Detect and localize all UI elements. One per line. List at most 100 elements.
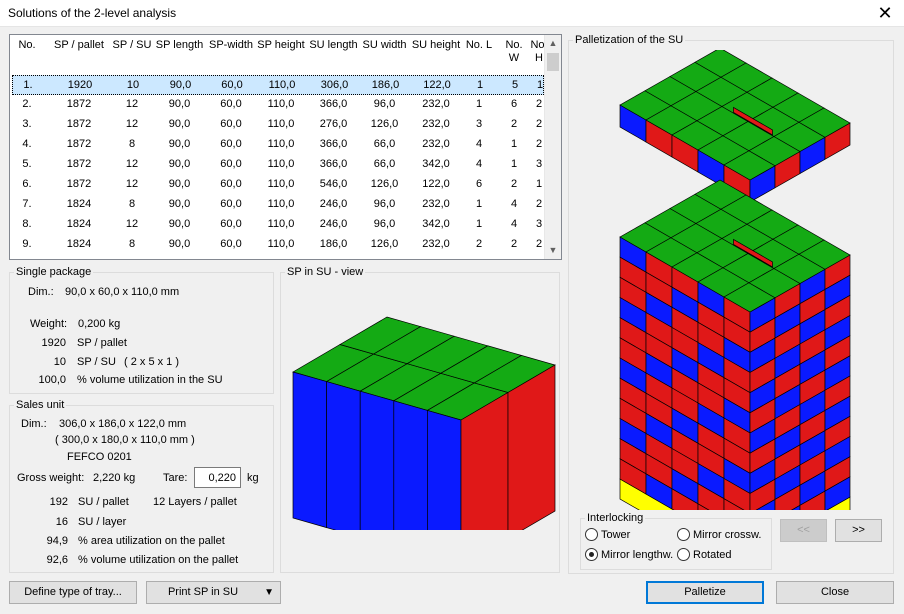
column-header[interactable]: No. W: [498, 39, 530, 65]
scroll-thumb[interactable]: [547, 53, 559, 71]
table-row[interactable]: 3. 1872 12 90,0 60,0 110,0 276,0 126,0 232,0 3 2 2: [12, 115, 544, 135]
area-util-label: % area utilization on the pallet: [78, 535, 225, 547]
radio-tower[interactable]: Tower: [585, 528, 630, 541]
radio-rotated-label: Rotated: [693, 549, 732, 561]
table-cell: 90,0: [168, 138, 191, 150]
column-header[interactable]: SU height: [410, 39, 462, 52]
column-header[interactable]: No.: [12, 39, 42, 52]
table-row[interactable]: 1. 1920 10 90,0 60,0 110,0 306,0 186,0 122,0 1 5 1: [12, 75, 544, 95]
su-dim-inner: ( 300,0 x 180,0 x 110,0 mm ): [55, 434, 195, 446]
next-button[interactable]: >>: [835, 519, 882, 542]
table-cell: 276,0: [319, 118, 348, 130]
close-button[interactable]: Close: [776, 581, 894, 604]
column-header[interactable]: SP / pallet: [50, 39, 108, 52]
table-scrollbar[interactable]: ▲ ▼: [544, 35, 561, 259]
table-cell: 110,0: [267, 218, 295, 230]
table-cell: 3: [475, 118, 483, 130]
table-cell: 12: [125, 98, 139, 110]
scroll-up-icon[interactable]: ▲: [545, 35, 561, 52]
table-row[interactable]: 6. 1872 12 90,0 60,0 110,0 546,0 126,0 122,0 6 2 1: [12, 175, 544, 195]
palletize-button[interactable]: Palletize: [646, 581, 764, 604]
column-header[interactable]: SU width: [359, 39, 410, 52]
table-cell: 6: [510, 98, 518, 110]
su-pallet-value: 192: [49, 496, 68, 508]
table-row[interactable]: 7. 1824 8 90,0 60,0 110,0 246,0 96,0 232,0 1 4 2: [12, 195, 544, 215]
sp-dim-value: 90,0 x 60,0 x 110,0 mm: [65, 286, 180, 298]
sp-su-label: SP / SU: [77, 356, 116, 368]
table-cell: 1872: [66, 98, 92, 110]
radio-rotated-icon: [677, 548, 690, 561]
table-cell: 122,0: [423, 79, 451, 91]
table-cell: 5.: [22, 158, 32, 170]
column-header[interactable]: No. L: [462, 39, 496, 52]
table-cell: 342,0: [422, 158, 450, 170]
table-cell: 1872: [66, 118, 92, 130]
table-cell: 4: [475, 138, 483, 150]
table-cell: 1: [475, 198, 483, 210]
table-cell: 232,0: [422, 138, 450, 150]
radio-tower-icon: [585, 528, 598, 541]
radio-mirror-crossw-icon: [677, 528, 690, 541]
table-cell: 90,0: [168, 178, 191, 190]
front-face-package: [359, 390, 395, 530]
table-cell: 90,0: [168, 98, 191, 110]
table-row[interactable]: 5. 1872 12 90,0 60,0 110,0 366,0 66,0 342,0 4 1 3: [12, 155, 544, 175]
table-cell: 4: [510, 218, 518, 230]
table-cell: 10: [126, 79, 140, 91]
table-cell: 5: [511, 79, 519, 91]
table-cell: 122,0: [422, 178, 450, 190]
table-cell: 60,0: [220, 158, 242, 170]
table-cell: 66,0: [373, 158, 396, 170]
sp-pallet-label: SP / pallet: [77, 337, 127, 349]
table-cell: 366,0: [319, 138, 348, 150]
palletization-legend: Palletization of the SU: [575, 34, 684, 46]
radio-rotated[interactable]: Rotated: [677, 548, 732, 561]
table-row[interactable]: 4. 1872 8 90,0 60,0 110,0 366,0 66,0 232,0 4 1 2: [12, 135, 544, 155]
table-cell: 1: [475, 218, 483, 230]
scroll-down-icon[interactable]: ▼: [545, 242, 561, 259]
layers-text: 12 Layers / pallet: [153, 496, 237, 508]
table-cell: 126,0: [370, 118, 399, 130]
table-cell: 90,0: [168, 238, 191, 250]
table-cell: 4: [475, 158, 483, 170]
table-cell: 6: [475, 178, 483, 190]
table-row[interactable]: 8. 1824 12 90,0 60,0 110,0 246,0 96,0 342,0 1 4 3: [12, 215, 544, 235]
prev-button[interactable]: <<: [780, 519, 827, 542]
close-icon[interactable]: ✕: [874, 2, 896, 24]
table-cell: 96,0: [373, 198, 396, 210]
print-sp-button[interactable]: Print SP in SU ▼: [146, 581, 281, 604]
side-face-package: [507, 364, 556, 530]
su-layer-value: 16: [55, 516, 68, 528]
table-cell: 8: [128, 138, 136, 150]
column-header[interactable]: SU length: [308, 39, 359, 52]
table-cell: 4.: [22, 138, 32, 150]
solutions-table[interactable]: No. SP / pallet SP / SU SP length SP-width SP…: [9, 34, 562, 260]
table-cell: 66,0: [373, 138, 396, 150]
sp-su-value: 10: [53, 356, 66, 368]
table-cell: 342,0: [422, 218, 450, 230]
table-cell: 12: [125, 118, 139, 130]
table-cell: 1824: [66, 198, 92, 210]
column-header[interactable]: SP length: [152, 39, 207, 52]
table-cell: 2.: [22, 98, 32, 110]
table-row[interactable]: 9. 1824 8 90,0 60,0 110,0 186,0 126,0 232,0 2 2 2: [12, 235, 544, 255]
dropdown-arrow-icon[interactable]: ▼: [264, 582, 274, 603]
radio-mirror-lengthw[interactable]: Mirror lengthw.: [585, 548, 673, 561]
table-cell: 60,0: [220, 138, 242, 150]
table-cell: 8.: [22, 218, 32, 230]
radio-mirror-crossw-label: Mirror crossw.: [693, 529, 762, 541]
table-cell: 110,0: [267, 158, 295, 170]
radio-mirror-crossw[interactable]: Mirror crossw.: [677, 528, 761, 541]
table-cell: 60,0: [220, 178, 242, 190]
sp-weight-value: 0,200 kg: [78, 318, 121, 330]
column-header[interactable]: SP-width: [207, 39, 255, 52]
sp-vol-value: 100,0: [38, 374, 66, 386]
column-header[interactable]: SP height: [255, 39, 307, 52]
column-header[interactable]: SP / SU: [112, 39, 152, 52]
table-cell: 232,0: [422, 238, 450, 250]
table-cell: 1: [510, 138, 518, 150]
radio-mirror-lengthw-label: Mirror lengthw.: [601, 549, 674, 561]
table-row[interactable]: 2. 1872 12 90,0 60,0 110,0 366,0 96,0 232,0 1 6 2: [12, 95, 544, 115]
tare-input[interactable]: [194, 467, 241, 488]
define-tray-button[interactable]: Define type of tray...: [9, 581, 137, 604]
